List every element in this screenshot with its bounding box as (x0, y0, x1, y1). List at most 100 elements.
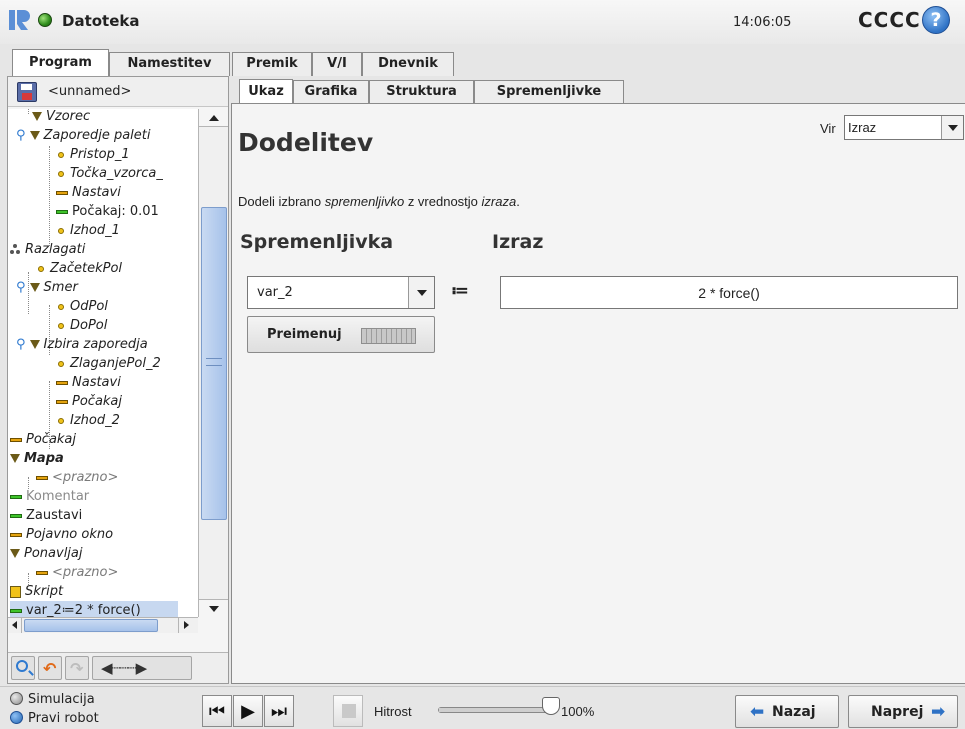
wait-icon (56, 209, 68, 214)
tree-node-stacking-pos-2[interactable]: ZlaganjePol_2 (56, 354, 161, 373)
tree-node-assignment-selected[interactable]: var_2≔2 * force() (10, 601, 178, 617)
expand-key-icon[interactable]: ⚲ (16, 280, 26, 295)
step-button[interactable]: ⏭ (264, 695, 294, 727)
real-robot-mode-option[interactable]: Pravi robot (10, 711, 99, 726)
tree-node-direction[interactable]: ⚲ Smer (16, 278, 78, 297)
tree-node-set[interactable]: Nastavi (56, 183, 121, 202)
tree-connector (49, 146, 50, 246)
stop-button[interactable] (333, 695, 363, 727)
tree-node-loop[interactable]: Ponavljaj (10, 544, 83, 563)
scroll-right-icon[interactable] (178, 618, 192, 633)
tab-graphics[interactable]: Grafika (293, 80, 369, 103)
wait-icon (56, 399, 68, 404)
chevron-down-icon[interactable] (408, 277, 434, 308)
waypoint-icon (58, 303, 64, 310)
source-dropdown[interactable]: Izraz (844, 115, 964, 140)
speed-slider-thumb[interactable] (542, 697, 560, 715)
chevron-down-icon[interactable] (941, 116, 963, 139)
tab-installation[interactable]: Namestitev (109, 52, 230, 76)
tree-node-wait[interactable]: Počakaj: 0.01 (56, 202, 159, 221)
program-file-bar: <unnamed> (8, 77, 228, 107)
program-tree-panel: <unnamed> Vzorec ⚲ Zaporedje paleti Prist… (7, 76, 229, 684)
robot-name: CCCC (858, 8, 921, 32)
scroll-up-icon[interactable] (199, 109, 228, 127)
tab-move[interactable]: Premik (232, 52, 312, 76)
tree-node-from-pos[interactable]: OdPol (56, 297, 108, 316)
tree-horizontal-scrollbar[interactable] (8, 617, 198, 633)
tree-node-exit-2[interactable]: Izhod_2 (56, 411, 120, 430)
tab-io[interactable]: V/I (312, 52, 362, 76)
footer-bar: Simulacija Pravi robot ⏮ ▶ ⏭ Hitrost 100… (0, 686, 965, 729)
waypoint-icon (58, 227, 64, 234)
scroll-left-icon[interactable] (8, 618, 22, 633)
move-arrows-icon: ◀┈┈┈▶ (101, 659, 147, 677)
tree-node-popup[interactable]: Pojavno okno (10, 525, 113, 544)
tree-node-wait-3[interactable]: Počakaj (10, 430, 76, 449)
redo-button[interactable]: ↷ (65, 656, 89, 680)
tab-command[interactable]: Ukaz (239, 79, 293, 104)
tree-node-script[interactable]: Skript (10, 582, 63, 601)
tree-node-depalletize[interactable]: Razlagati (10, 240, 85, 259)
rewind-icon: ⏮ (208, 701, 226, 722)
move-node-button[interactable]: ◀┈┈┈▶ (92, 656, 192, 680)
tree-node-wait-2[interactable]: Počakaj (56, 392, 122, 411)
keyboard-icon (361, 328, 416, 344)
play-button[interactable]: ▶ (233, 695, 263, 727)
tree-node-pallet-sequence[interactable]: ⚲ Zaporedje paleti (16, 126, 150, 145)
file-menu[interactable]: Datoteka (62, 12, 140, 30)
expression-heading: Izraz (492, 231, 544, 253)
rename-button[interactable]: Preimenuj (247, 316, 435, 353)
tree-toolbar: ↶ ↷ ◀┈┈┈▶ (8, 652, 228, 683)
arrow-left-icon: ⬅ (750, 702, 765, 722)
save-icon[interactable] (17, 82, 37, 102)
simulation-mode-option[interactable]: Simulacija (10, 692, 95, 707)
tree-node-approach-1[interactable]: Pristop_1 (56, 145, 130, 164)
tree-node-start-pos[interactable]: ZačetekPol (36, 259, 122, 278)
empty-icon (36, 475, 48, 480)
variable-value: var_2 (257, 285, 293, 300)
ur-logo-icon (9, 10, 30, 30)
tree-node-set-2[interactable]: Nastavi (56, 373, 121, 392)
expand-key-icon[interactable]: ⚲ (16, 128, 26, 143)
source-label: Vir (820, 121, 836, 136)
play-icon: ▶ (241, 701, 255, 722)
speed-fill (439, 708, 557, 712)
tree-node-folder[interactable]: Mapa (10, 449, 64, 468)
tree-node-halt[interactable]: Zaustavi (10, 506, 82, 525)
robot-status-icon (38, 13, 52, 27)
tree-node-sequence-choice[interactable]: ⚲ Izbira zaporedja (16, 335, 148, 354)
scroll-thumb[interactable] (201, 207, 227, 520)
waypoint-icon (58, 322, 64, 329)
tree-node-vzorec[interactable]: Vzorec (32, 109, 90, 126)
rewind-button[interactable]: ⏮ (202, 695, 232, 727)
tree-node-to-pos[interactable]: DoPol (56, 316, 107, 335)
tree-connector (28, 109, 29, 114)
tree-node-empty-2[interactable]: <prazno> (36, 563, 118, 582)
tab-program[interactable]: Program (12, 49, 109, 76)
variable-dropdown[interactable]: var_2 (247, 276, 435, 309)
tree-node-comment[interactable]: Komentar (10, 487, 89, 506)
tree-node-exit-1[interactable]: Izhod_1 (56, 221, 120, 240)
tab-log[interactable]: Dnevnik (362, 52, 454, 76)
tab-structure[interactable]: Struktura (369, 80, 474, 103)
arrow-right-icon: ➡ (931, 702, 946, 722)
redo-icon: ↷ (70, 659, 84, 678)
tab-variables[interactable]: Spremenljivke (474, 80, 624, 103)
tree-vertical-scrollbar[interactable] (198, 109, 228, 617)
wait-icon (10, 437, 22, 442)
speed-slider[interactable] (438, 707, 558, 713)
comment-icon (10, 494, 22, 499)
search-button[interactable] (11, 656, 35, 680)
halt-icon (10, 513, 22, 518)
expression-input[interactable]: 2 * force() (500, 276, 958, 309)
undo-button[interactable]: ↶ (38, 656, 62, 680)
scroll-down-icon[interactable] (199, 599, 228, 617)
expand-key-icon[interactable]: ⚲ (16, 337, 26, 352)
back-button[interactable]: ⬅ Nazaj (735, 695, 839, 728)
next-button[interactable]: Naprej ➡ (848, 695, 958, 728)
tree-node-pattern-point[interactable]: Točka_vzorca_ (56, 164, 163, 183)
help-button[interactable]: ? (922, 6, 950, 34)
horizontal-scroll-thumb[interactable] (24, 619, 158, 632)
waypoint-icon (58, 417, 64, 424)
tree-node-empty[interactable]: <prazno> (36, 468, 118, 487)
